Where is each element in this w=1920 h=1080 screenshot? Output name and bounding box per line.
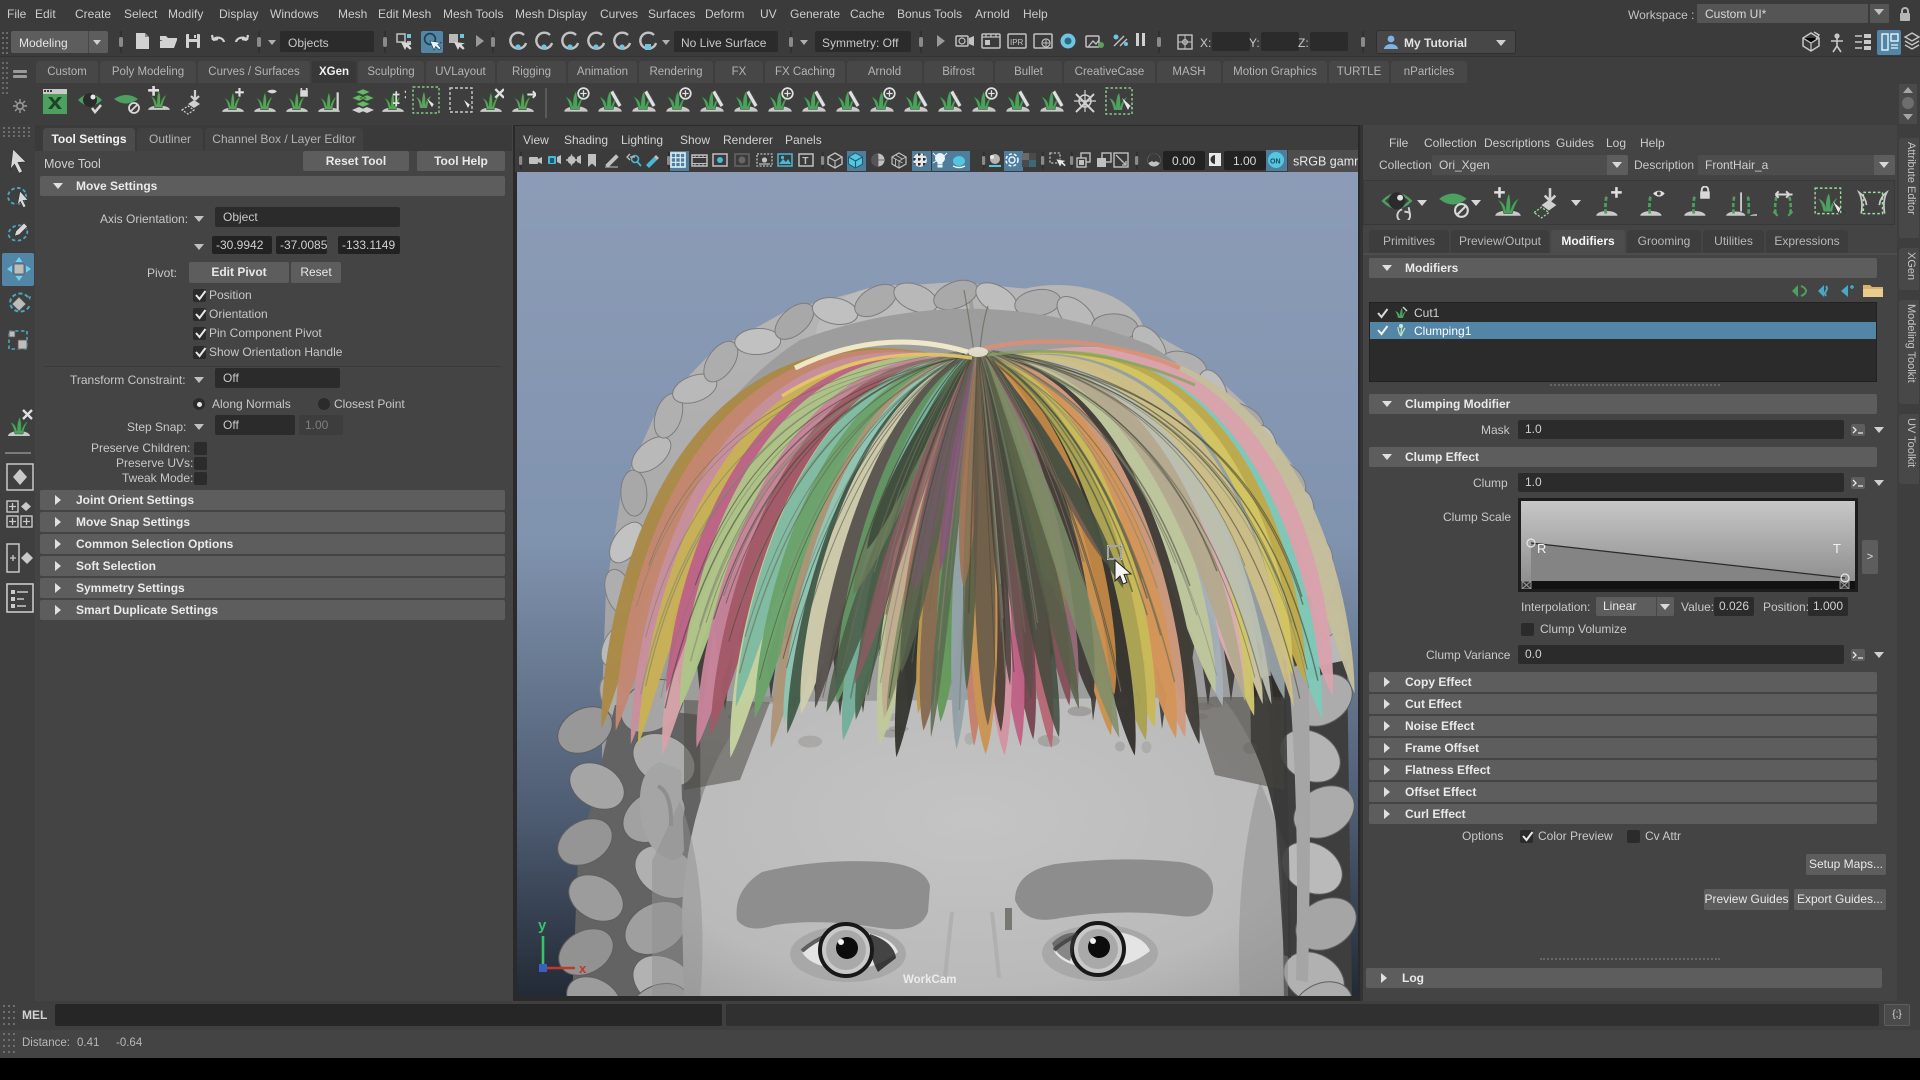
svg-text:sRGB gamma: sRGB gamma: [1293, 155, 1358, 169]
svg-text:IPR: IPR: [1010, 38, 1024, 47]
svg-text:y: y: [538, 917, 547, 934]
svg-text:R: R: [1537, 541, 1546, 556]
svg-text:x: x: [579, 961, 587, 976]
svg-text:ON: ON: [1270, 159, 1281, 166]
svg-text:T: T: [802, 156, 808, 167]
svg-text:0.00: 0.00: [1172, 154, 1196, 168]
svg-text:T: T: [1833, 541, 1841, 556]
svg-text:1.00: 1.00: [1233, 154, 1257, 168]
svg-text:WorkCam: WorkCam: [903, 974, 956, 986]
